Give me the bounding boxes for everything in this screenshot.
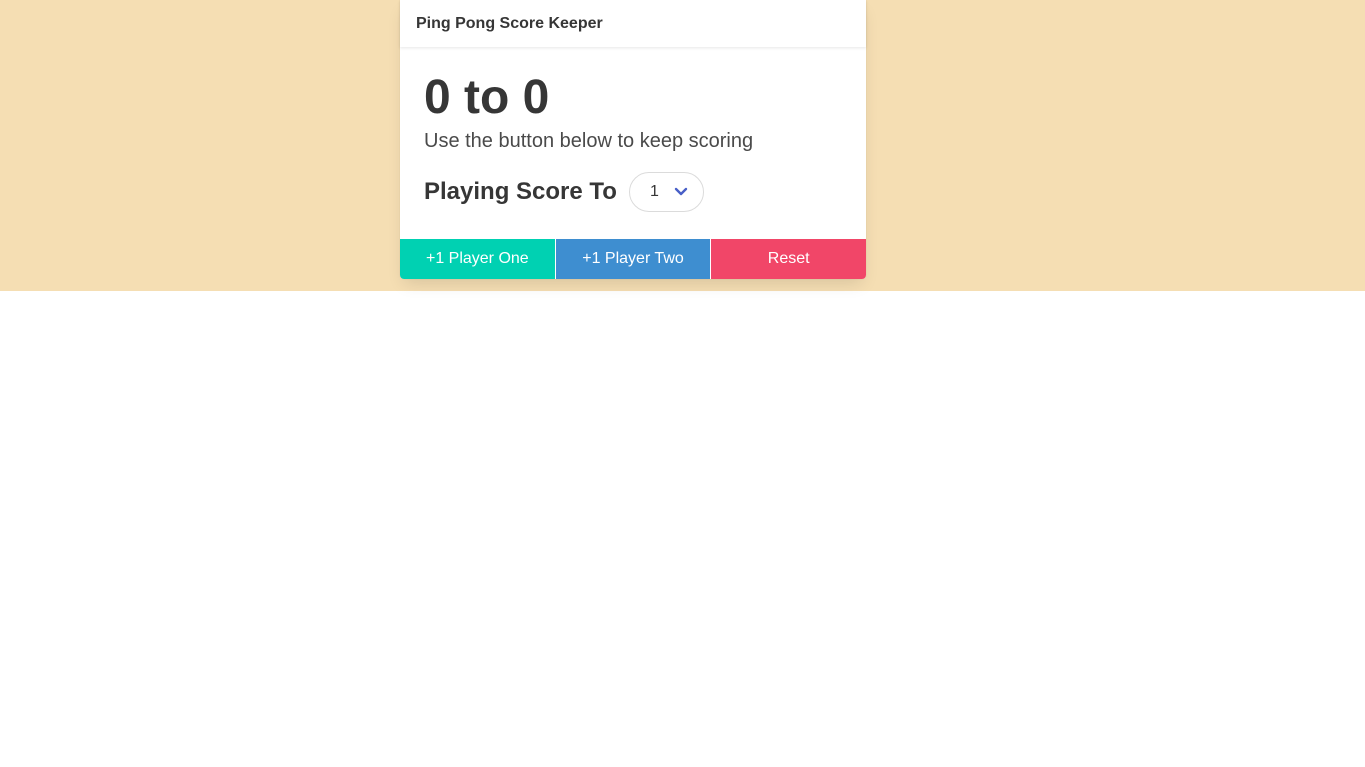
player-one-button[interactable]: +1 Player One: [400, 239, 555, 279]
card-footer: +1 Player One +1 Player Two Reset: [400, 239, 867, 279]
card-content: 0 to 0 Use the button below to keep scor…: [400, 47, 866, 212]
card-header: Ping Pong Score Keeper: [400, 0, 866, 47]
reset-button[interactable]: Reset: [711, 239, 867, 279]
score-display: 0 to 0: [424, 71, 550, 124]
chevron-down-icon: [674, 187, 688, 196]
player-two-button[interactable]: +1 Player Two: [555, 239, 711, 279]
card-title: Ping Pong Score Keeper: [416, 14, 603, 32]
playing-score-label: Playing Score To: [424, 178, 617, 205]
playing-score-value: 1: [649, 183, 659, 200]
instructions-text: Use the button below to keep scoring: [424, 130, 754, 152]
playing-score-row: Playing Score To 1: [424, 172, 842, 212]
playing-score-select[interactable]: 1: [628, 172, 704, 212]
score-card: Ping Pong Score Keeper 0 to 0 Use the bu…: [400, 0, 867, 279]
